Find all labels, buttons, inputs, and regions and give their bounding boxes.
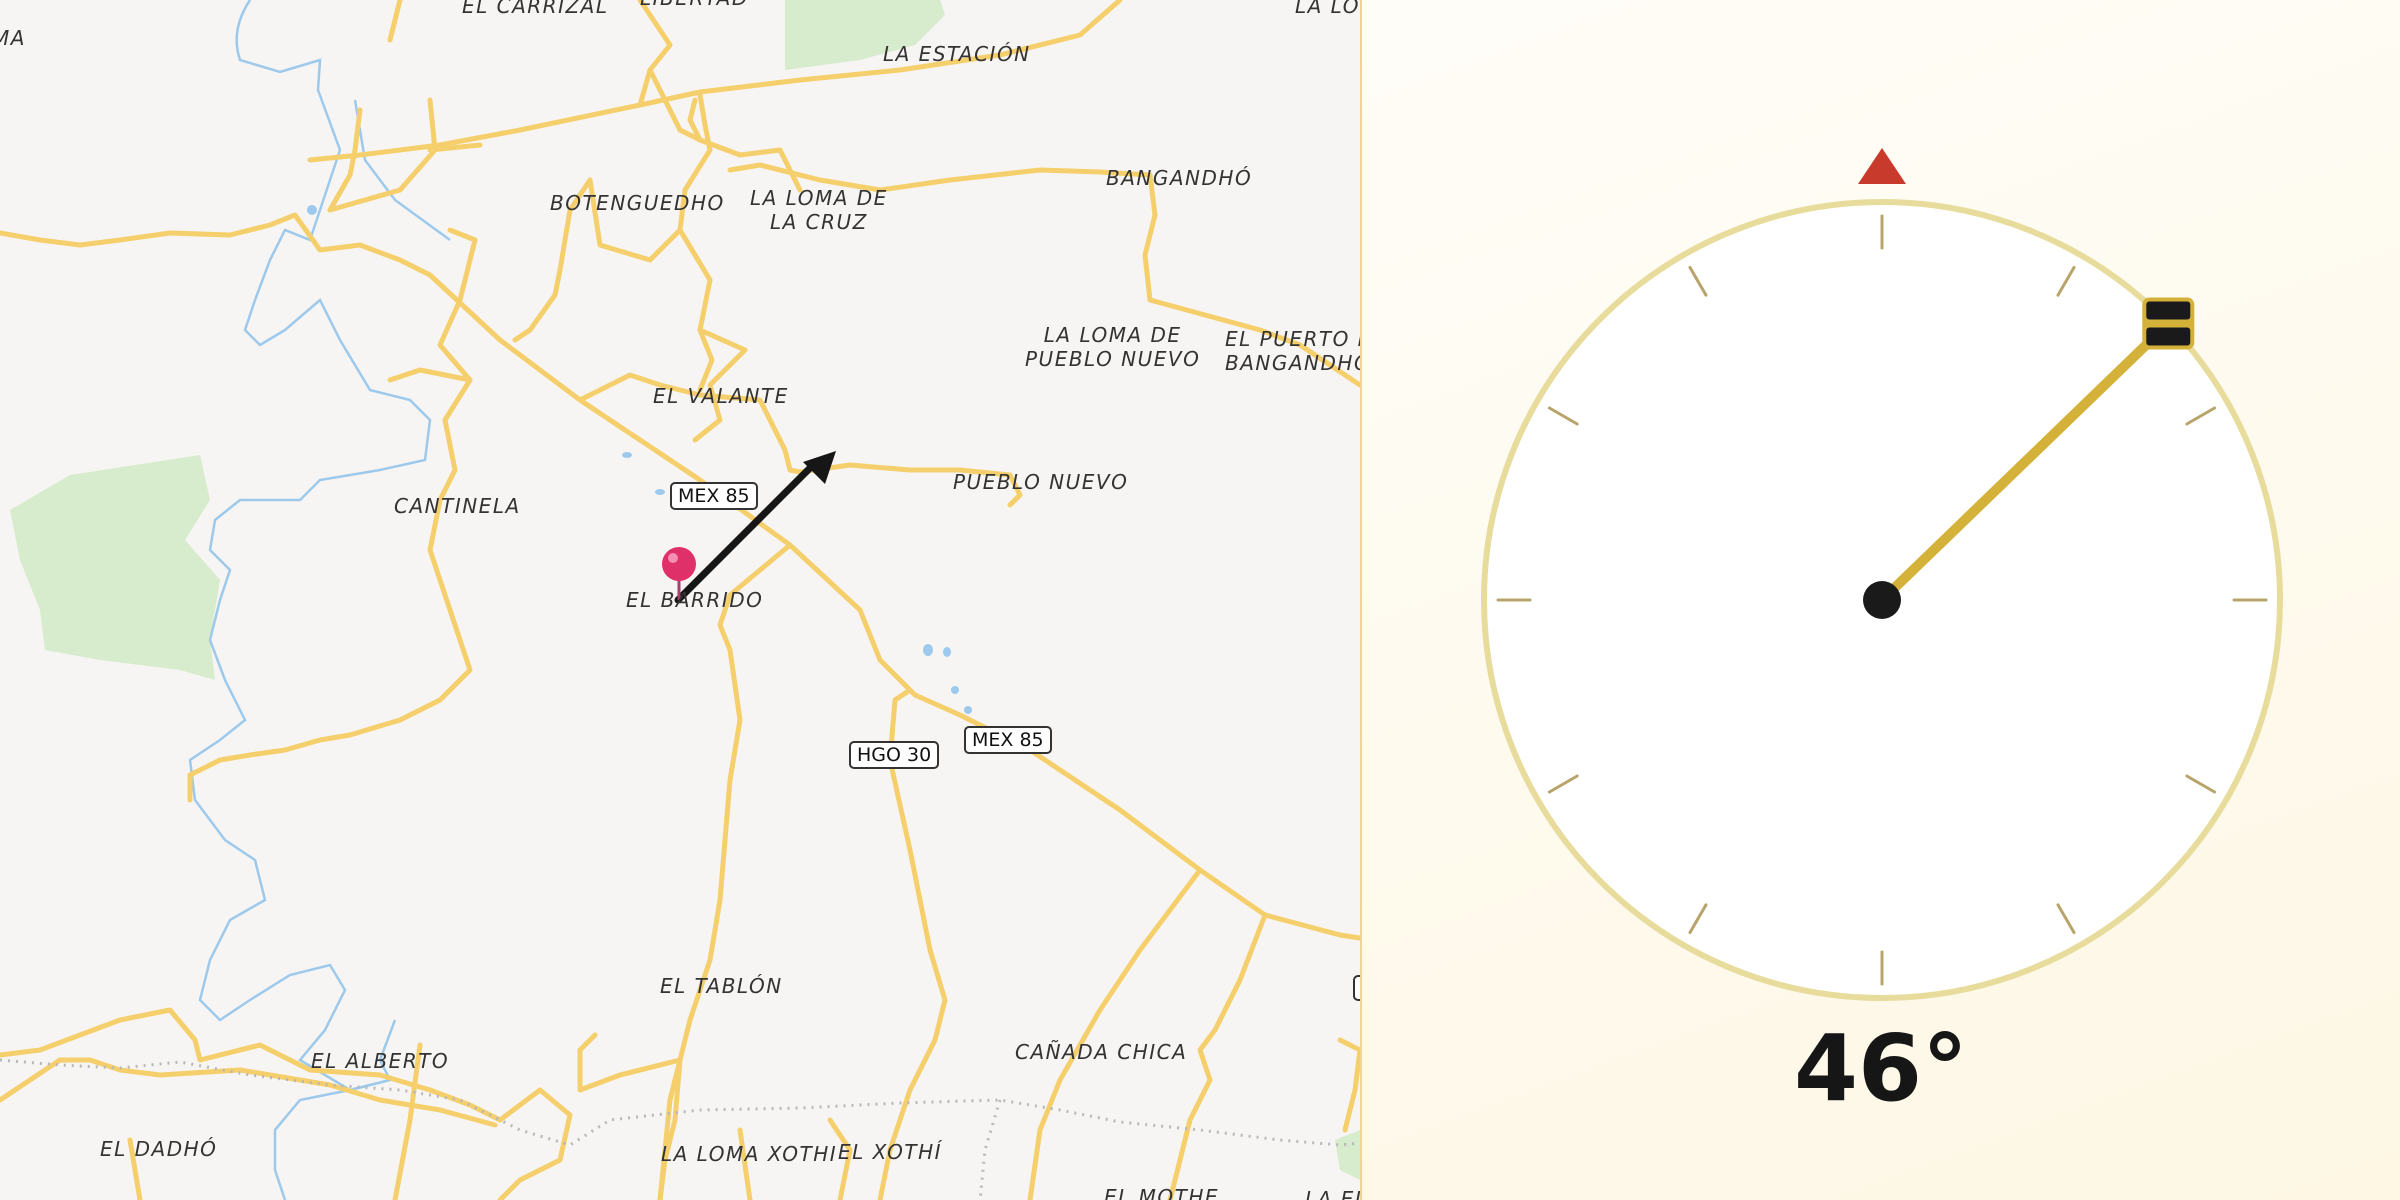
place-label-el-alberto: EL ALBERTO — [311, 1049, 450, 1073]
place-label-bangandho: BANGANDHÓ — [1106, 166, 1253, 190]
place-label-libertad: LIBERTAD — [640, 0, 749, 10]
place-label-line: EL PUERTO D — [1225, 327, 1360, 351]
highway-shield-hgo-30: HGO 30 — [849, 741, 940, 769]
direction-arrow — [674, 451, 836, 604]
place-label-la-el: LA EL — [1305, 1187, 1360, 1200]
highway-shield-mex-85: MEX 85 — [964, 726, 1052, 754]
place-label-el-xothi: EL XOTHÍ — [838, 1140, 943, 1164]
compass-hub — [1863, 581, 1901, 619]
place-label-canada-chica: CAÑADA CHICA — [1015, 1040, 1188, 1064]
place-label-line: PUEBLO NUEVO — [1025, 347, 1201, 371]
place-label-line: LA LOMA DE — [1043, 323, 1182, 347]
place-label-el-barrido: EL BARRIDO — [626, 588, 764, 612]
north-triangle-icon — [1858, 148, 1906, 184]
heading-readout: 46° — [1793, 1015, 1969, 1122]
place-label-el-mothe: EL MOTHE — [1104, 1185, 1220, 1200]
place-label-line: LA LOMA DE — [750, 186, 888, 210]
place-label-pueblo-nuevo: PUEBLO NUEVO — [953, 470, 1129, 494]
place-label-la-lo: LA LO — [1295, 0, 1360, 18]
place-label-line: LA CRUZ — [769, 210, 868, 234]
highway-shield-partial — [1353, 975, 1360, 1001]
place-label-cantinela: CANTINELA — [394, 494, 521, 518]
place-label-line: BANGANDHO — [1225, 351, 1360, 375]
place-label-el-tablon: EL TABLÓN — [660, 974, 783, 998]
place-label-ma: MA — [0, 26, 26, 50]
place-label-la-loma-de-pueblo-nuevo: LA LOMA DE PUEBLO NUEVO — [1025, 323, 1200, 371]
place-label-botenguedho: BOTENGUEDHO — [550, 191, 725, 215]
equals-handle-icon[interactable] — [2142, 297, 2195, 350]
place-label-el-puerto: EL PUERTO D BANGANDHO — [1225, 327, 1360, 375]
place-label-la-loma-xothi: LA LOMA XOTHI — [661, 1142, 838, 1166]
place-label-la-estacion: LA ESTACIÓN — [883, 42, 1031, 66]
place-label-la-loma-de-la-cruz: LA LOMA DE LA CRUZ — [750, 186, 888, 234]
place-label-el-valante: EL VALANTE — [653, 384, 789, 408]
place-label-el-carrizal: EL CARRIZAL — [462, 0, 609, 18]
map-view[interactable]: EL CARRIZAL LIBERTAD LA ESTACIÓN LA LO M… — [0, 0, 1360, 1200]
place-label-el-dadho: EL DADHÓ — [100, 1137, 218, 1161]
compass-panel: 46° — [1362, 0, 2400, 1200]
highway-shield-mex-85: MEX 85 — [670, 482, 758, 510]
